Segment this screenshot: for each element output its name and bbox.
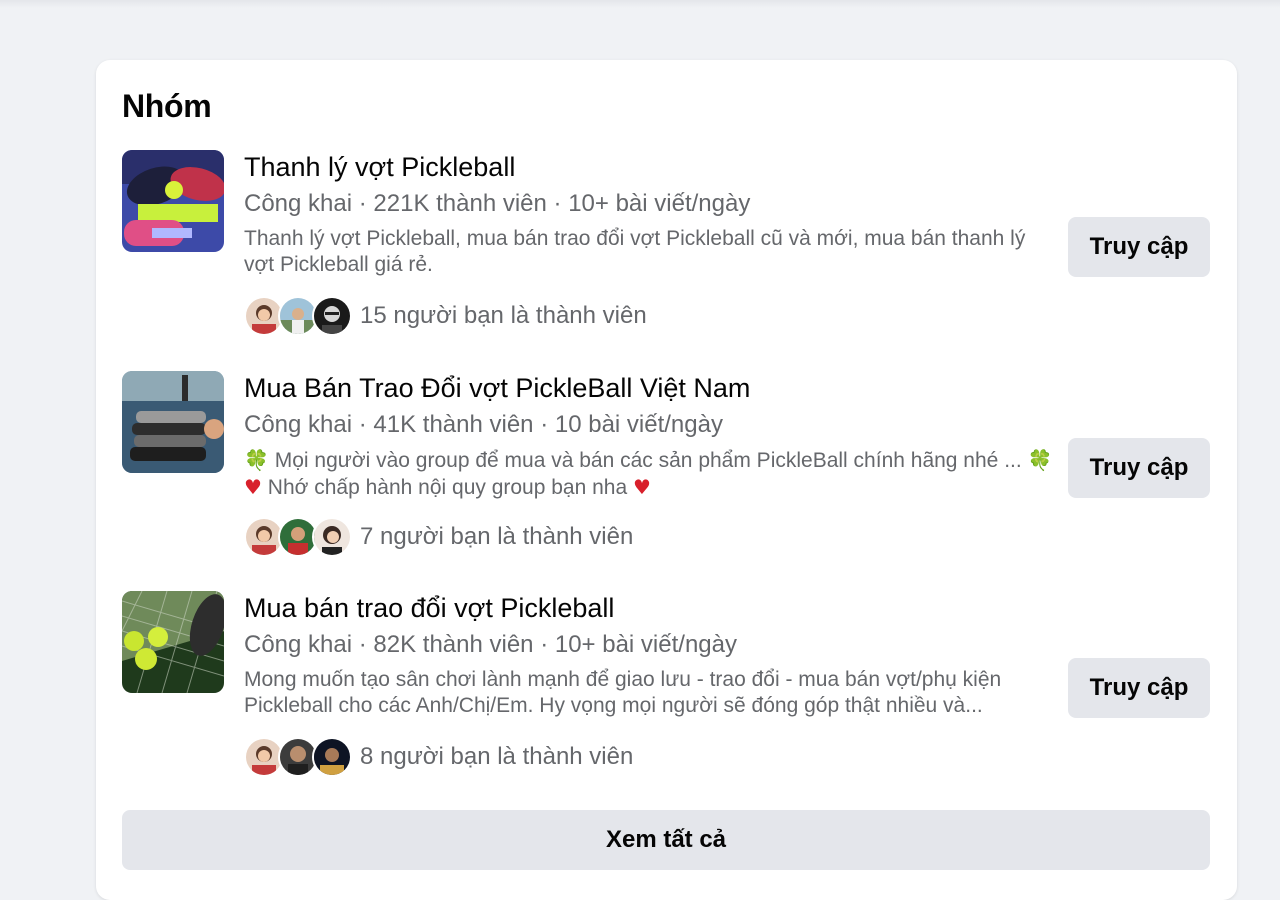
avatar [312,737,352,777]
group-description: 🍀 Mọi người vào group để mua và bán các … [244,447,1054,501]
friends-members: 7 người bạn là thành viên [244,517,633,557]
visit-button[interactable]: Truy cập [1068,438,1210,498]
group-item: Mua Bán Trao Đổi vợt PickleBall Việt Nam… [122,371,1212,571]
group-meta: Công khai · 41K thành viên · 10 bài viết… [244,411,723,438]
group-item: Thanh lý vợt Pickleball Công khai · 221K… [122,150,1212,350]
pickleball-balls-net-image[interactable] [122,591,224,693]
pickleball-paddles-image[interactable] [122,150,224,252]
group-meta: Công khai · 221K thành viên · 10+ bài vi… [244,190,751,217]
heart-icon: ♥ [244,475,262,499]
friends-count: 15 người bạn là thành viên [360,302,647,329]
group-name[interactable]: Thanh lý vợt Pickleball [244,152,515,183]
friend-avatars [244,296,352,336]
group-description: Thanh lý vợt Pickleball, mua bán trao đổ… [244,227,1026,276]
heart-icon: ♥ [633,475,651,499]
section-title: Nhóm [122,88,212,124]
stacked-paddles-image[interactable] [122,371,224,473]
group-name[interactable]: Mua Bán Trao Đổi vợt PickleBall Việt Nam [244,373,750,404]
avatar [312,517,352,557]
description-text: Mọi người vào group để mua và bán các sả… [274,449,999,472]
description-text: Nhớ chấp hành nội quy group bạn nha [267,476,628,499]
group-item: Mua bán trao đổi vợt Pickleball Công kha… [122,591,1212,791]
friends-count: 8 người bạn là thành viên [360,743,634,770]
friends-members: 15 người bạn là thành viên [244,296,647,336]
friends-members: 8 người bạn là thành viên [244,737,633,777]
avatar [312,296,352,336]
friends-count: 7 người bạn là thành viên [360,523,634,550]
group-description: Mong muốn tạo sân chơi lành mạnh để giao… [244,668,1002,717]
clover-icon: 🍀 [1027,448,1053,472]
visit-button[interactable]: Truy cập [1068,217,1210,277]
clover-icon: 🍀 [244,448,269,472]
top-bar-edge [0,0,1280,8]
friend-avatars [244,737,352,777]
description-ellipsis: ... [1004,449,1022,472]
see-all-button[interactable]: Xem tất cả [122,810,1210,870]
group-name[interactable]: Mua bán trao đổi vợt Pickleball [244,593,614,624]
group-meta: Công khai · 82K thành viên · 10+ bài viế… [244,631,737,658]
friend-avatars [244,517,352,557]
groups-card: Nhóm Thanh lý vợt Pickleball Công khai ·… [96,60,1237,900]
visit-button[interactable]: Truy cập [1068,658,1210,718]
